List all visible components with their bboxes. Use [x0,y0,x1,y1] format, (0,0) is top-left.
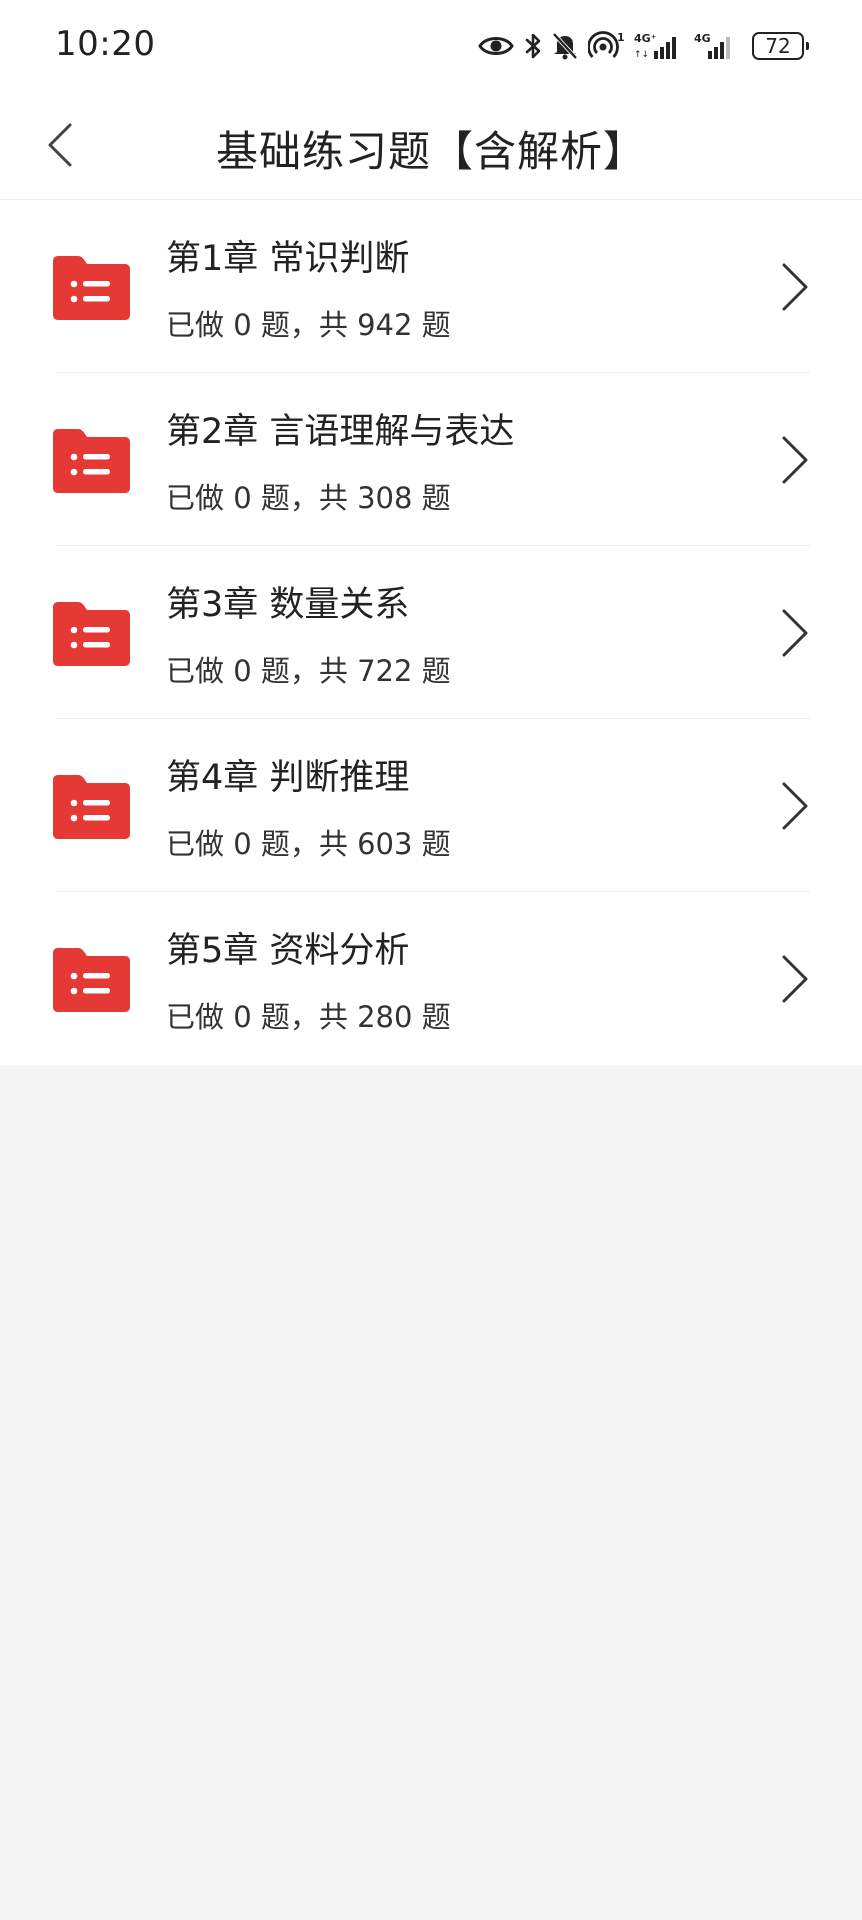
battery-level: 72 [765,34,791,58]
folder-list-icon [53,948,130,1012]
screen: 10:20 1 4G⁺ ↑↓ 4G 72 基础练习题【含解析】 第1章 常识判断… [0,0,862,1920]
chapter-progress: 已做 0 题，共 308 题 [166,481,451,515]
bluetooth-icon [525,33,541,59]
status-time: 10:20 [55,24,156,64]
chapter-progress: 已做 0 题，共 942 题 [166,308,451,342]
hotspot-count: 1 [617,31,624,44]
chevron-right-icon [782,609,808,657]
chapter-progress: 已做 0 题，共 280 题 [166,1000,451,1034]
list-item[interactable]: 第5章 资料分析 已做 0 题，共 280 题 [0,892,862,1065]
signal-icon: 4G [694,32,730,59]
network-type-1: 4G⁺ [634,32,657,45]
chapter-title: 第5章 资料分析 [166,931,410,971]
svg-text:↑↓: ↑↓ [634,50,649,60]
folder-list-icon [53,256,130,320]
header: 基础练习题【含解析】 [0,92,862,200]
chapter-list: 第1章 常识判断 已做 0 题，共 942 题 第2章 言语理解与表达 已做 0… [0,200,862,1065]
eye-icon [478,37,514,55]
signal-icon: 4G⁺ ↑↓ [634,32,676,60]
list-item[interactable]: 第3章 数量关系 已做 0 题，共 722 题 [0,546,862,719]
chapter-progress: 已做 0 题，共 603 题 [166,827,451,861]
chevron-right-icon [782,436,808,484]
chapter-title: 第3章 数量关系 [166,585,410,625]
folder-list-icon [53,775,130,839]
chapter-title: 第2章 言语理解与表达 [166,412,515,452]
chevron-right-icon [782,263,808,311]
chevron-right-icon [782,782,808,830]
chevron-right-icon [782,955,808,1003]
list-item[interactable]: 第1章 常识判断 已做 0 题，共 942 题 [0,200,862,373]
chapter-title: 第4章 判断推理 [166,758,410,798]
page-title: 基础练习题【含解析】 [215,127,646,176]
list-item[interactable]: 第2章 言语理解与表达 已做 0 题，共 308 题 [0,373,862,546]
list-item[interactable]: 第4章 判断推理 已做 0 题，共 603 题 [0,719,862,892]
chapter-title: 第1章 常识判断 [166,239,410,279]
status-bar: 10:20 1 4G⁺ ↑↓ 4G 72 [0,0,862,92]
status-icons: 1 4G⁺ ↑↓ 4G 72 [478,26,809,66]
folder-list-icon [53,602,130,666]
mute-bell-icon [552,32,578,60]
chapter-progress: 已做 0 题，共 722 题 [166,654,451,688]
battery-icon: 72 [752,32,809,60]
folder-list-icon [53,429,130,493]
network-type-2: 4G [694,32,711,45]
hotspot-icon: 1 [588,31,624,58]
